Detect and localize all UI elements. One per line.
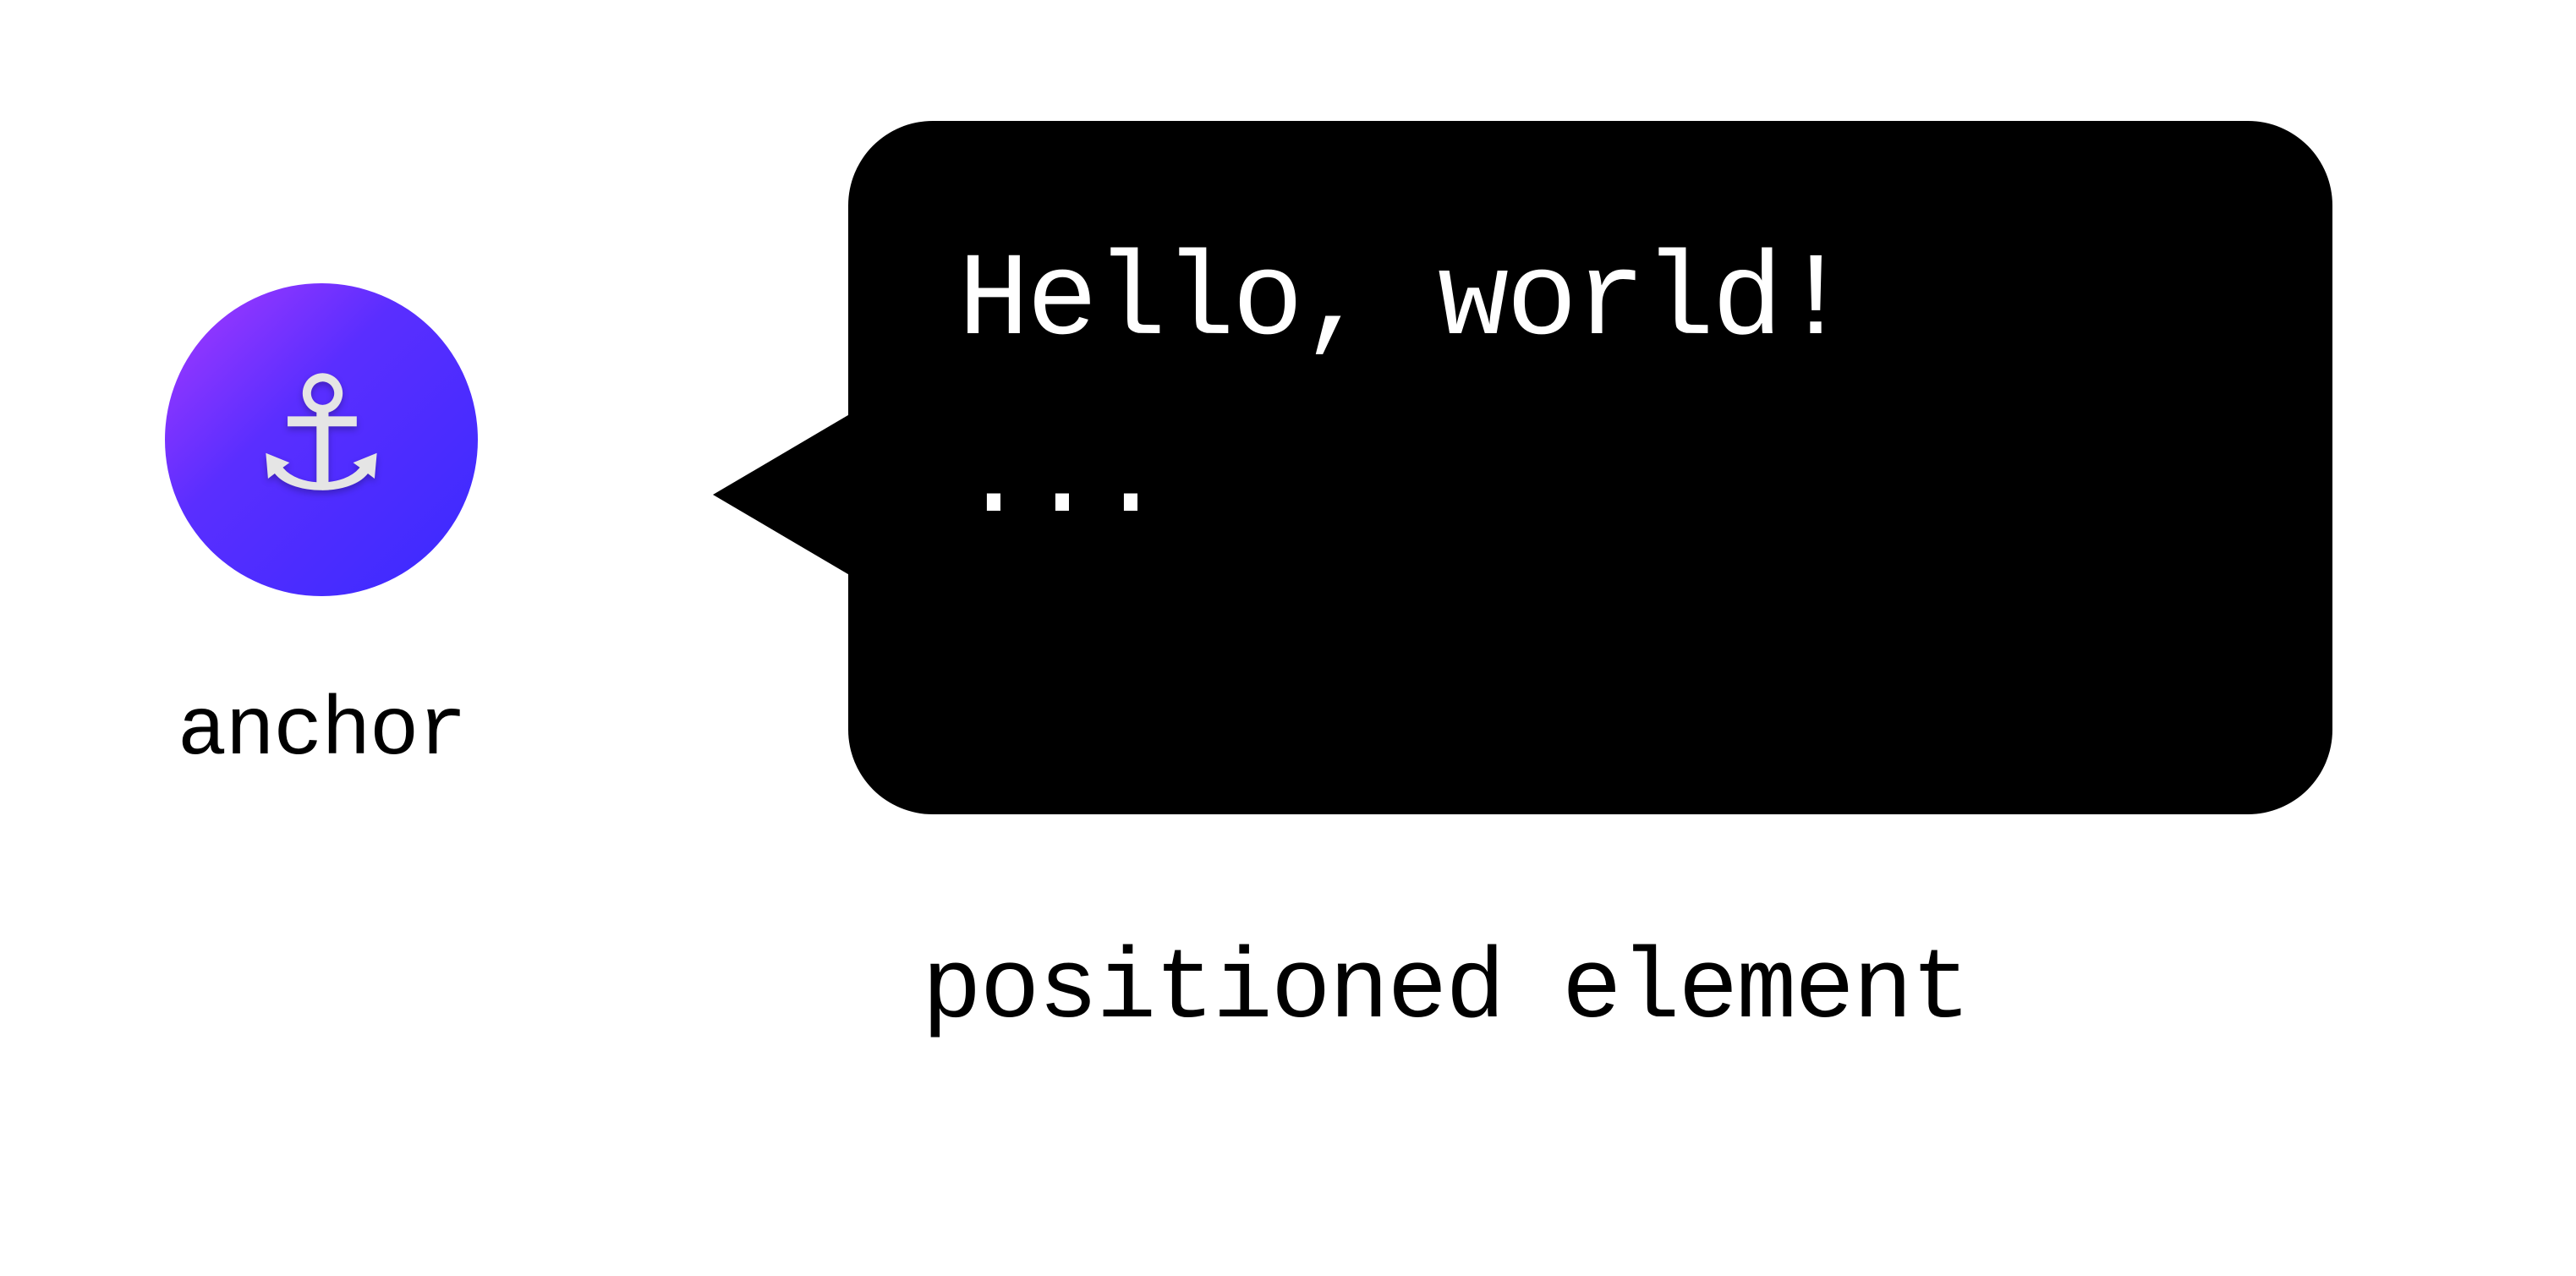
anchor-label: anchor xyxy=(165,685,478,779)
bubble-text-line2: ... xyxy=(958,392,2222,569)
positioned-element-label: positioned element xyxy=(922,934,1970,1047)
speech-bubble-tail xyxy=(713,410,857,579)
anchor-avatar: ⚓ xyxy=(165,283,478,596)
diagram-container: ⚓ anchor Hello, world! ... positioned el… xyxy=(0,0,2576,1276)
speech-bubble: Hello, world! ... xyxy=(848,121,2332,814)
bubble-text-line1: Hello, world! xyxy=(958,214,2222,392)
anchor-icon: ⚓ xyxy=(263,342,380,537)
